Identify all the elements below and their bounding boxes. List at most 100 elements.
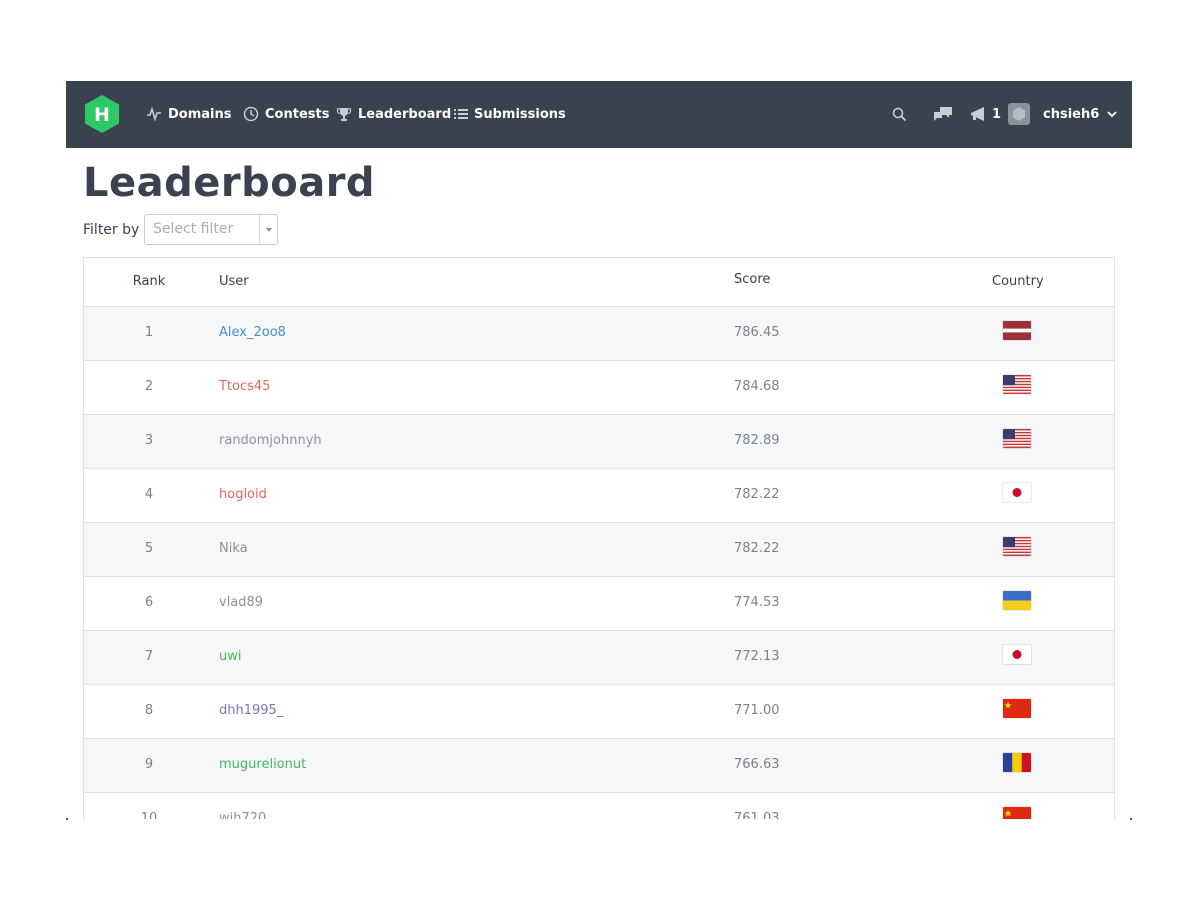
leaderboard-table: Rank User Score Country 1 Alex_2oo8 786.45… (83, 257, 1115, 819)
score-cell: 774.53 (734, 595, 780, 610)
search-icon (892, 107, 907, 121)
country-flag-china (1003, 699, 1031, 718)
username-label: chsieh6 (1043, 106, 1100, 122)
nav-submissions[interactable]: Submissions (454, 104, 566, 124)
avatar[interactable] (1008, 103, 1030, 125)
score-cell: 761.03 (734, 811, 780, 819)
country-flag-usa (1003, 375, 1031, 394)
filter-placeholder: Select filter (153, 221, 234, 237)
user-link[interactable]: Ttocs45 (219, 379, 270, 394)
edge-mark (66, 818, 68, 820)
score-cell: 782.89 (734, 433, 780, 448)
user-link[interactable]: Alex_2oo8 (219, 325, 286, 340)
table-row: 2 Ttocs45 784.68 (84, 361, 1114, 415)
avatar-hex-icon (1013, 107, 1025, 121)
user-link[interactable]: hogloid (219, 487, 267, 502)
nav-contests[interactable]: Contests (243, 104, 329, 124)
svg-text:H: H (94, 104, 110, 126)
user-link[interactable]: vlad89 (219, 595, 263, 610)
score-cell: 782.22 (734, 541, 780, 556)
edge-mark (1130, 818, 1132, 820)
top-navbar: H Domains Contests Leaderboard Submissio… (66, 81, 1132, 148)
caret-down-icon (265, 227, 272, 232)
table-row: 4 hogloid 782.22 (84, 469, 1114, 523)
user-link[interactable]: wjh720 (219, 811, 266, 819)
country-flag-latvia (1003, 321, 1031, 340)
rank-cell: 7 (144, 649, 154, 664)
notification-count: 1 (992, 106, 1002, 122)
country-flag-usa (1003, 537, 1031, 556)
rank-cell: 2 (144, 379, 154, 394)
app-window: H Domains Contests Leaderboard Submissio… (66, 81, 1132, 819)
nav-submissions-label: Submissions (474, 106, 566, 122)
country-flag-japan (1003, 483, 1031, 502)
hackerrank-logo[interactable]: H (82, 94, 122, 134)
user-link[interactable]: dhh1995_ (219, 703, 283, 718)
column-header-country[interactable]: Country (992, 274, 1044, 289)
trophy-icon (336, 106, 352, 122)
user-link[interactable]: mugurelionut (219, 757, 306, 772)
nav-domains-label: Domains (168, 106, 232, 122)
flag-usa-icon (1003, 537, 1031, 556)
user-link[interactable]: Nika (219, 541, 248, 556)
user-link[interactable]: uwi (219, 649, 241, 664)
score-cell: 784.68 (734, 379, 780, 394)
hexagon-logo-icon: H (85, 95, 119, 133)
country-flag-ukraine (1003, 591, 1031, 610)
column-header-score[interactable]: Score (734, 272, 770, 287)
column-header-user[interactable]: User (219, 274, 249, 289)
chat-bubbles-icon (934, 107, 952, 121)
rank-cell: 3 (144, 433, 154, 448)
flag-ukraine-icon (1003, 591, 1031, 610)
filter-label: Filter by (83, 222, 140, 238)
table-row: 6 vlad89 774.53 (84, 577, 1114, 631)
table-row: 5 Nika 782.22 (84, 523, 1114, 577)
nav-domains[interactable]: Domains (146, 104, 232, 124)
table-row: 1 Alex_2oo8 786.45 (84, 307, 1114, 361)
chevron-down-icon (1107, 110, 1117, 117)
rank-cell: 8 (144, 703, 154, 718)
country-flag-china (1003, 807, 1031, 819)
user-link[interactable]: randomjohnnyh (219, 433, 322, 448)
table-row: 8 dhh1995_ 771.00 (84, 685, 1114, 739)
list-icon (454, 108, 468, 120)
table-row: 7 uwi 772.13 (84, 631, 1114, 685)
column-header-rank[interactable]: Rank (84, 274, 214, 289)
score-cell: 782.22 (734, 487, 780, 502)
rank-cell: 5 (144, 541, 154, 556)
nav-contests-label: Contests (265, 106, 330, 122)
flag-latvia-icon (1003, 321, 1031, 340)
flag-usa-icon (1003, 429, 1031, 448)
flag-japan-icon (1003, 645, 1031, 664)
country-flag-usa (1003, 429, 1031, 448)
score-cell: 766.63 (734, 757, 780, 772)
search-button[interactable] (892, 104, 907, 124)
table-row: 3 randomjohnnyh 782.89 (84, 415, 1114, 469)
country-flag-japan (1003, 645, 1031, 664)
score-cell: 772.13 (734, 649, 780, 664)
table-body: 1 Alex_2oo8 786.45 2 Ttocs45 784.68 3 randomjoh… (84, 307, 1114, 819)
country-flag-romania (1003, 753, 1031, 772)
rank-cell: 4 (144, 487, 154, 502)
filter-select[interactable]: Select filter (144, 214, 278, 245)
rank-cell: 6 (144, 595, 154, 610)
flag-usa-icon (1003, 375, 1031, 394)
rank-cell: 1 (144, 325, 154, 340)
flag-japan-icon (1003, 483, 1031, 502)
flag-romania-icon (1003, 753, 1031, 772)
messages-button[interactable] (933, 104, 953, 124)
flag-china-icon (1003, 807, 1031, 819)
page-title: Leaderboard (83, 160, 376, 206)
nav-leaderboard[interactable]: Leaderboard (336, 104, 451, 124)
user-menu[interactable]: chsieh6 (1043, 104, 1117, 124)
notifications-button[interactable]: 1 (970, 104, 1001, 124)
table-row: 10 wjh720 761.03 (84, 793, 1114, 819)
pulse-icon (146, 107, 162, 121)
table-row: 9 mugurelionut 766.63 (84, 739, 1114, 793)
table-header: Rank User Score Country (84, 258, 1114, 307)
dropdown-arrow[interactable] (259, 215, 277, 244)
rank-cell: 10 (140, 811, 158, 819)
flag-china-icon (1003, 699, 1031, 718)
score-cell: 771.00 (734, 703, 780, 718)
megaphone-icon (971, 107, 984, 121)
